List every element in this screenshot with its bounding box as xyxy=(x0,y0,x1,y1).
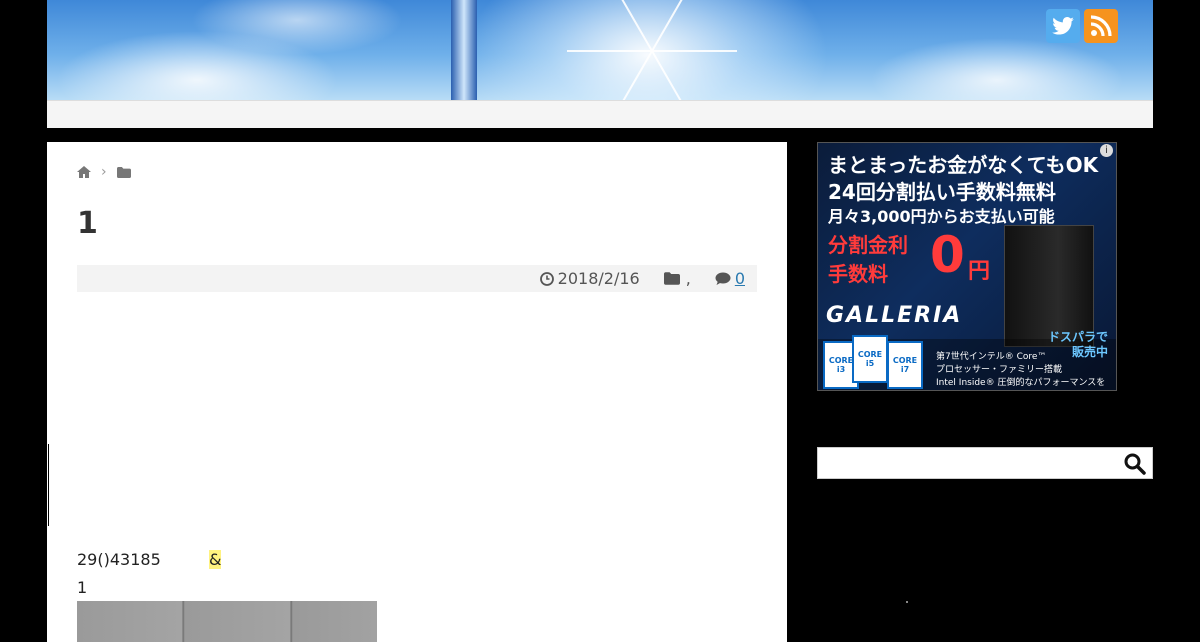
folder-icon[interactable] xyxy=(116,166,131,178)
post-date: 2018/2/16 xyxy=(539,269,640,288)
ad-fineprint-1: 第7世代インテル® Core™ xyxy=(936,352,1047,362)
ad-sale-line-1: ドスパラで xyxy=(1048,330,1109,344)
ad-interest-label: 分割金利 手数料 xyxy=(828,231,908,289)
post-image xyxy=(77,601,377,642)
ad-subheadline: 24回分割払い手数料無料 xyxy=(828,180,1056,204)
ad-tagline: 月々3,000円からお支払い可能 xyxy=(828,207,1055,226)
header-banner xyxy=(47,0,1153,100)
ad-fineprint-2: プロセッサー・ファミリー搭載 xyxy=(936,365,1063,375)
ad-intel-badge: CORE i5 xyxy=(852,335,888,383)
post-body-line-1: 29()43185 xyxy=(77,550,161,569)
post-body-highlight: & xyxy=(209,550,222,569)
search-input[interactable] xyxy=(818,448,1134,478)
comment-count-link[interactable]: 0 xyxy=(735,269,745,288)
search-icon[interactable] xyxy=(1124,453,1146,475)
category-separator: , xyxy=(685,269,691,288)
global-nav-bar xyxy=(47,100,1153,128)
rss-feed-icon xyxy=(1090,15,1112,37)
sidebar-ad-banner[interactable]: まとまったお金がなくてもOK 24回分割払い手数料無料 月々3,000円からお支… xyxy=(817,142,1117,391)
ad-brand-logo: GALLERIA xyxy=(826,303,963,328)
breadcrumb: › xyxy=(77,164,131,180)
ad-interest-line-1: 分割金利 xyxy=(828,233,908,257)
post-categories: , xyxy=(663,269,691,288)
twitter-button[interactable] xyxy=(1046,9,1080,43)
header-tower-graphic xyxy=(451,0,477,100)
post-meta-bar: 2018/2/16 , 0 xyxy=(77,265,757,292)
ad-info-icon[interactable]: i xyxy=(1100,144,1113,157)
post-date-text: 2018/2/16 xyxy=(557,269,640,288)
ad-sale-line-2: 販売中 xyxy=(1072,345,1109,359)
stray-dot xyxy=(906,601,908,603)
ad-sale-label: ドスパラで 販売中 xyxy=(1048,330,1108,360)
ad-pc-tower-image xyxy=(1004,225,1094,347)
ad-headline: まとまったお金がなくてもOK xyxy=(828,153,1099,177)
main-content: › 1 2018/2/16 , 0 29()43185 & 1 xyxy=(47,142,787,642)
ad-intel-badge: CORE i7 xyxy=(887,341,923,389)
folder-icon xyxy=(663,272,680,285)
sidebar-search xyxy=(817,447,1153,479)
comment-icon xyxy=(715,272,731,285)
post-body-line-2: 1 xyxy=(77,578,88,597)
breadcrumb-separator: › xyxy=(101,164,107,180)
rss-button[interactable] xyxy=(1084,9,1118,43)
post-comments: 0 xyxy=(715,269,745,288)
page-title: 1 xyxy=(77,206,98,241)
text-cursor xyxy=(48,444,49,526)
ad-fineprint-3: Intel Inside® 圧倒的なパフォーマンスを xyxy=(936,378,1106,388)
twitter-bird-icon xyxy=(1052,17,1074,35)
home-icon[interactable] xyxy=(77,166,91,178)
ad-yen-unit: 円 xyxy=(968,259,991,284)
clock-icon xyxy=(539,271,554,286)
ad-interest-line-2: 手数料 xyxy=(828,262,888,286)
ad-zero-value: 0 xyxy=(930,226,965,284)
